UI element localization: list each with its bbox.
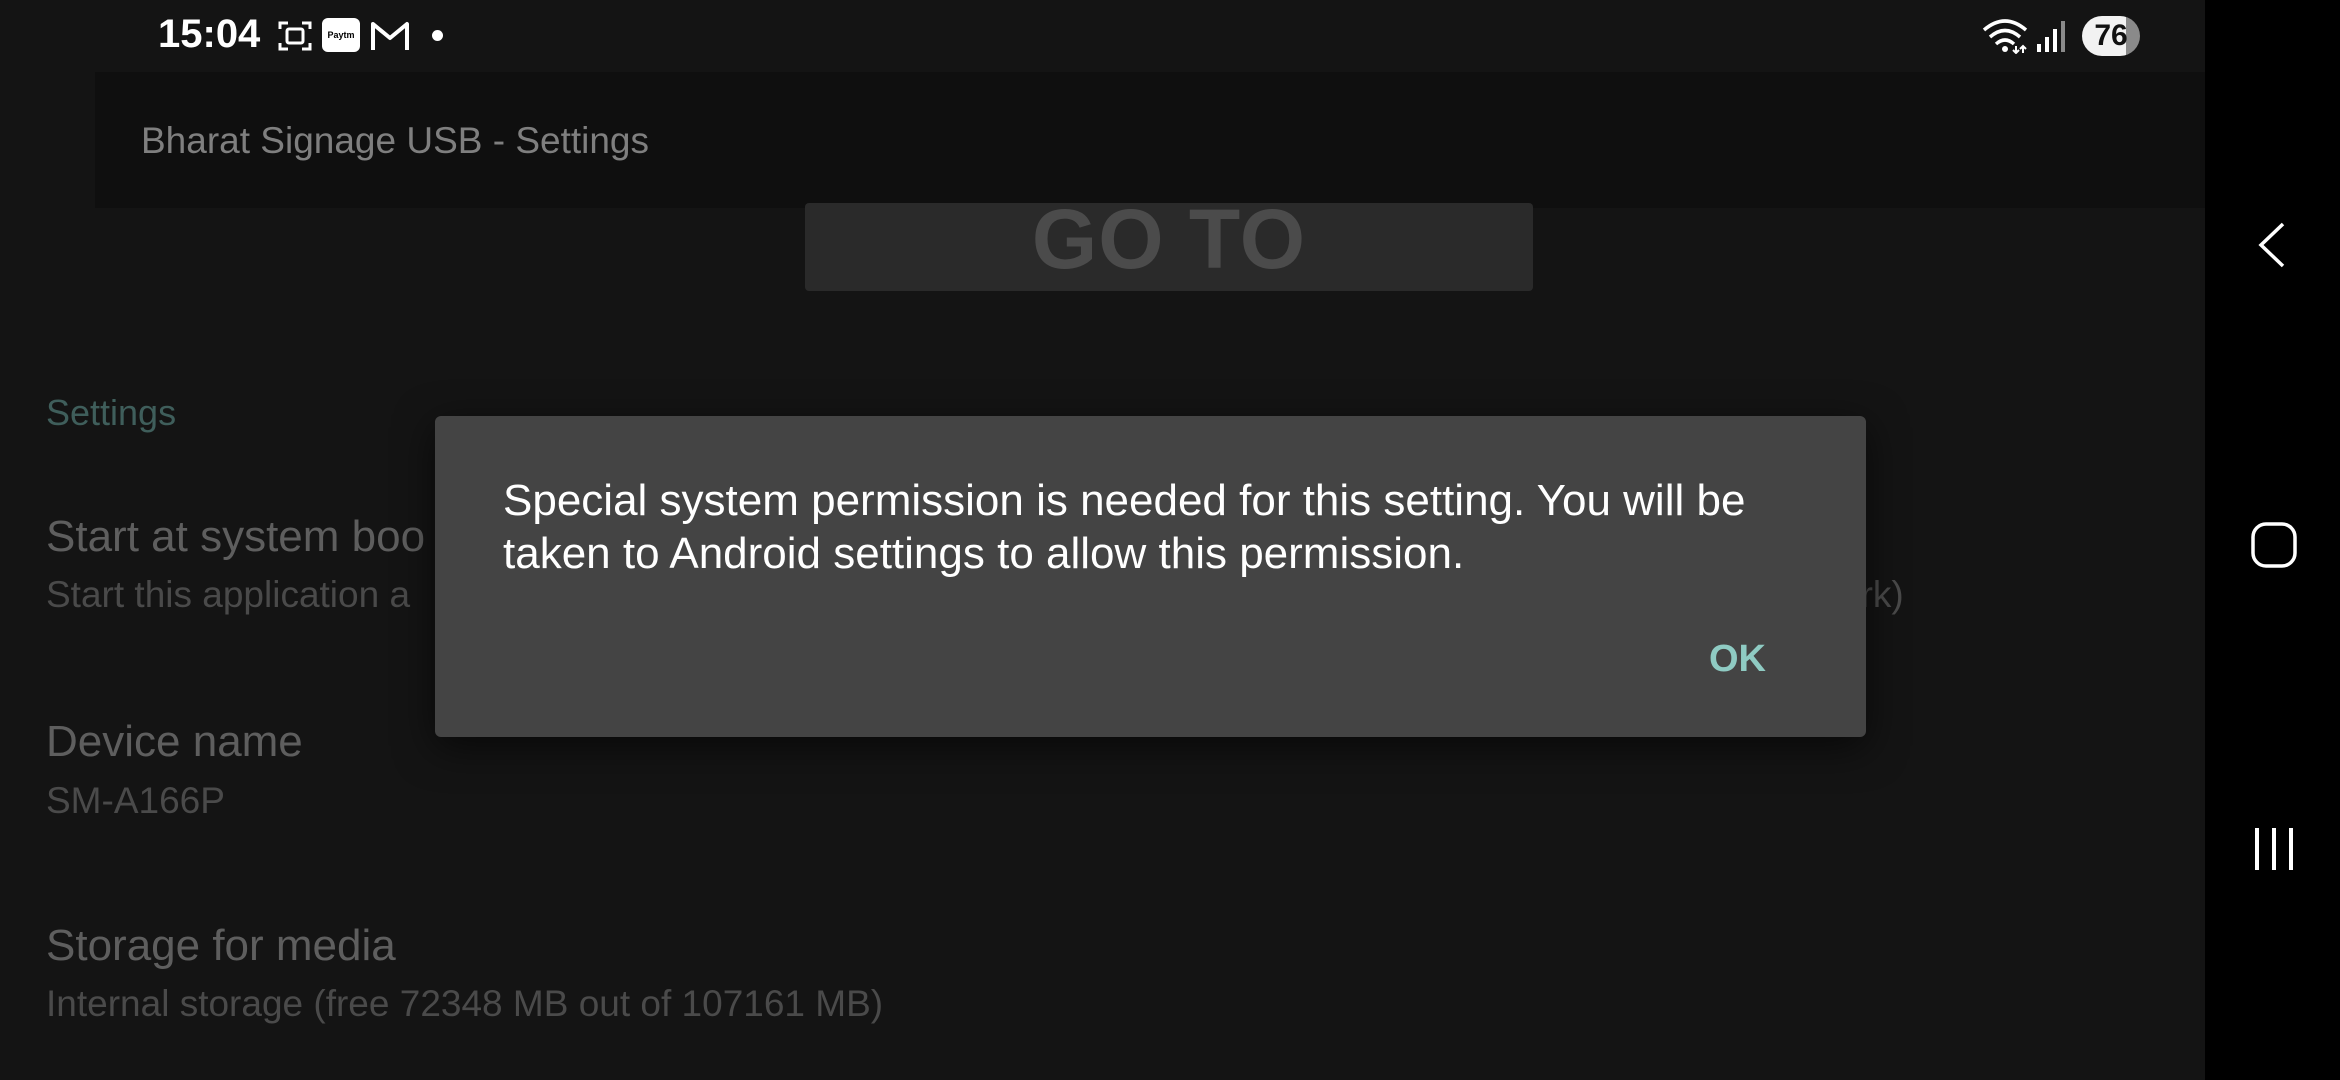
signal-icon bbox=[2036, 18, 2066, 54]
start-at-boot-summary: Start this application a bbox=[46, 574, 411, 615]
navigation-bar bbox=[2205, 0, 2340, 1080]
back-icon[interactable] bbox=[2253, 220, 2293, 275]
dialog-message: Special system permission is needed for … bbox=[503, 476, 1746, 578]
app-window: 15:04 Paytm 76 Bharat Signage USB - Sett… bbox=[0, 0, 2205, 1080]
notification-dot-icon bbox=[432, 30, 443, 41]
go-to-playback-label: GO TO PLAYBACK bbox=[936, 203, 1402, 291]
gmail-icon bbox=[370, 18, 410, 54]
app-toolbar: Bharat Signage USB - Settings bbox=[95, 72, 2205, 208]
start-at-boot-title[interactable]: Start at system boo bbox=[46, 512, 425, 562]
battery-indicator: 76 bbox=[2082, 16, 2140, 56]
status-bar: 15:04 Paytm 76 bbox=[0, 0, 2205, 72]
storage-title[interactable]: Storage for media bbox=[46, 921, 396, 971]
screenshot-icon bbox=[277, 18, 313, 54]
permission-dialog: Special system permission is needed for … bbox=[435, 416, 1866, 737]
recents-icon[interactable] bbox=[2253, 826, 2295, 877]
status-time: 15:04 bbox=[158, 12, 261, 56]
device-name-summary: SM-A166P bbox=[46, 780, 225, 821]
storage-summary: Internal storage (free 72348 MB out of 1… bbox=[46, 983, 884, 1024]
home-icon[interactable] bbox=[2251, 522, 2297, 573]
wifi-icon bbox=[1982, 18, 2028, 54]
go-to-playback-button[interactable]: GO TO PLAYBACK bbox=[805, 203, 1533, 291]
paytm-icon: Paytm bbox=[322, 18, 360, 52]
device-name-title[interactable]: Device name bbox=[46, 717, 303, 767]
toolbar-title: Bharat Signage USB - Settings bbox=[141, 120, 650, 161]
settings-section-header: Settings bbox=[46, 392, 177, 433]
ok-button[interactable]: OK bbox=[1701, 634, 1774, 685]
